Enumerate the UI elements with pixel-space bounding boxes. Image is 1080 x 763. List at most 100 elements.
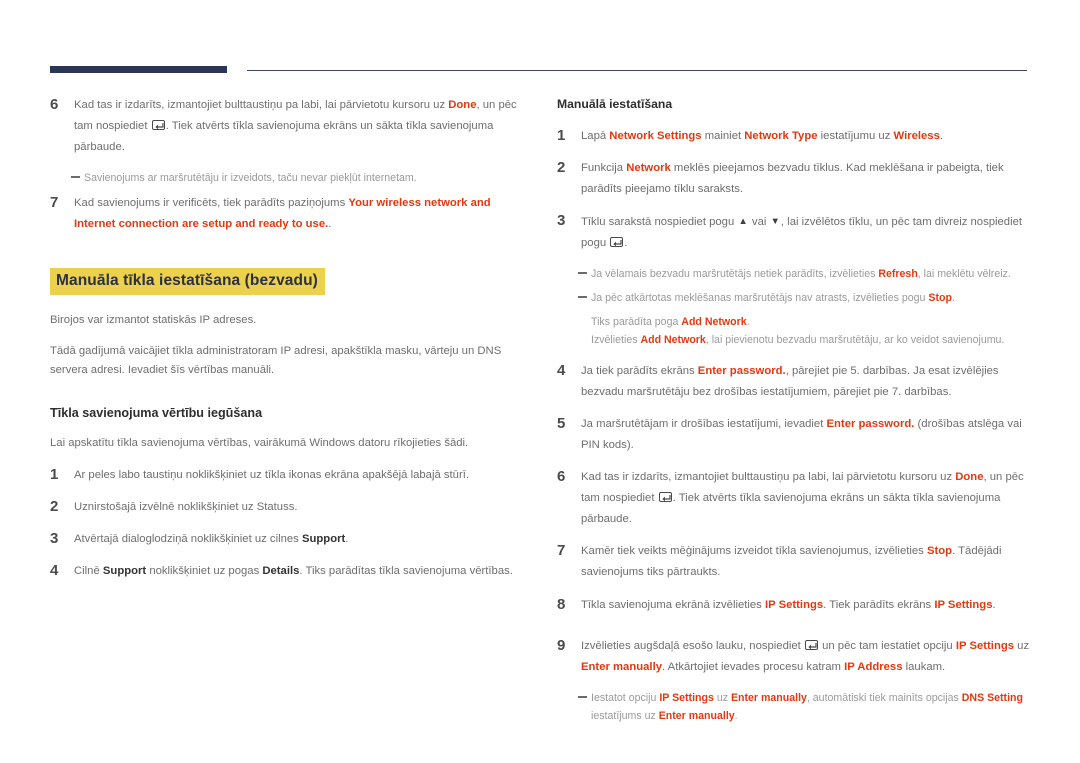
step-number: 8: [557, 596, 566, 613]
note-dash-icon: [578, 265, 591, 274]
ui-term-network-settings: Network Settings: [609, 130, 702, 142]
ui-term-wireless: Wireless: [893, 130, 940, 142]
list-item: 4 Cilnē Support noklikšķiniet uz pogas D…: [50, 561, 523, 582]
enter-key-icon: [151, 120, 165, 130]
step-number: 7: [50, 194, 59, 211]
paragraph: Lai apskatītu tīkla savienojuma vērtības…: [50, 437, 469, 449]
enter-key-icon: [804, 640, 818, 650]
step-number: 4: [557, 362, 566, 379]
step-number: 4: [50, 562, 59, 579]
list-item: 6 Kad tas ir izdarīts, izmantojiet bultt…: [50, 95, 523, 158]
step-number: 6: [557, 468, 566, 485]
column-title: Manuālā iestatīšana: [557, 97, 673, 111]
step-number: 9: [557, 637, 566, 654]
ui-term-enter-manually: Enter manually: [730, 692, 807, 704]
list-item: 3 Tīklu sarakstā nospiediet pogu ▲ vai ▼…: [557, 211, 1030, 254]
ui-term-support: Support: [102, 565, 147, 577]
list-item: 2 Funkcija Network meklēs pieejamos bezv…: [557, 158, 1030, 200]
paragraph: Birojos var izmantot statiskās IP adrese…: [50, 314, 257, 326]
right-column: Manuālā iestatīšana 1 Lapā Network Setti…: [557, 95, 1030, 731]
ui-term-enter-manually: Enter manually: [581, 661, 662, 673]
step-text: Tīklu sarakstā nospiediet pogu ▲ vai ▼, …: [581, 216, 1023, 249]
list-item: 3 Atvērtajā dialoglodziņā noklikšķiniet …: [50, 529, 523, 550]
step-text: Kad tas ir izdarīts, izmantojiet bulttau…: [74, 99, 517, 153]
ui-term-done: Done: [955, 471, 984, 483]
header-thin-rule: [247, 70, 1027, 71]
step-text: Uznirstošajā izvēlnē noklikšķiniet uz St…: [74, 501, 298, 513]
note-text-line3: Izvēlieties Add Network, lai pievienotu …: [591, 334, 1005, 346]
arrow-up-icon: ▲: [738, 216, 748, 227]
step-text: Kad savienojums ir verificēts, tiek parā…: [74, 197, 491, 230]
ui-term-details: Details: [262, 565, 300, 577]
ui-term-refresh: Refresh: [878, 268, 918, 280]
note-text: Iestatot opciju IP Settings uz Enter man…: [591, 692, 1023, 722]
list-item: 5 Ja maršrutētājam ir drošības iestatīju…: [557, 414, 1030, 456]
step-text: Kad tas ir izdarīts, izmantojiet bulttau…: [581, 471, 1024, 525]
step-number: 2: [557, 159, 566, 176]
arrow-down-icon: ▼: [770, 216, 780, 227]
list-item: 8 Tīkla savienojuma ekrānā izvēlieties I…: [557, 595, 1030, 616]
note-text: Ja pēc atkārtotas meklēšanas maršrutētāj…: [591, 292, 955, 304]
ui-term-ip-settings: IP Settings: [934, 599, 993, 611]
enter-key-icon: [658, 492, 672, 502]
list-item: 9 Izvēlieties augšdaļā esošo lauku, nosp…: [557, 636, 1030, 678]
ui-term-ip-settings: IP Settings: [659, 692, 714, 704]
ui-term-stop: Stop: [926, 545, 953, 557]
paragraph: Tādā gadījumā vaicājiet tīkla administra…: [50, 345, 502, 376]
ui-term-stop: Stop: [928, 292, 952, 304]
step-text: Tīkla savienojuma ekrānā izvēlieties IP …: [581, 599, 996, 611]
note-dash-icon: [71, 169, 84, 178]
ui-term-ip-address: IP Address: [844, 661, 903, 673]
note-text: Ja vēlamais bezvadu maršrutētājs netiek …: [591, 268, 1011, 280]
step-text: Funkcija Network meklēs pieejamos bezvad…: [581, 162, 1004, 195]
ui-term-add-network: Add Network: [681, 316, 747, 328]
document-page: 6 Kad tas ir izdarīts, izmantojiet bultt…: [0, 0, 1080, 763]
step-number: 1: [50, 466, 59, 483]
list-item: 6 Kad tas ir izdarīts, izmantojiet bultt…: [557, 467, 1030, 530]
step-number: 5: [557, 415, 566, 432]
two-column-body: 6 Kad tas ir izdarīts, izmantojiet bultt…: [50, 95, 1030, 731]
step-text: Ar peles labo taustiņu noklikšķiniet uz …: [74, 469, 469, 481]
subsection-title: Tīkla savienojuma vērtību iegūšana: [50, 406, 263, 420]
step-number: 3: [50, 530, 59, 547]
ui-term-ip-settings: IP Settings: [955, 640, 1015, 652]
left-column: 6 Kad tas ir izdarīts, izmantojiet bultt…: [50, 95, 523, 731]
note-text: Savienojums ar maršrutētāju ir izveidots…: [84, 172, 417, 184]
header-thick-rule: [50, 66, 227, 73]
list-item: 1 Lapā Network Settings mainiet Network …: [557, 126, 1030, 147]
step-number: 2: [50, 498, 59, 515]
note-item: Savienojums ar maršrutētāju ir izveidots…: [71, 169, 523, 187]
page-header-rules: [50, 66, 1027, 78]
step-number: 3: [557, 212, 566, 229]
list-item: 7 Kad savienojums ir verificēts, tiek pa…: [50, 193, 523, 235]
step-number: 6: [50, 96, 59, 113]
note-dash-icon: [578, 689, 591, 698]
list-item: 7 Kamēr tiek veikts mēģinājums izveidot …: [557, 541, 1030, 583]
ui-term-network: Network: [626, 162, 671, 174]
ui-term-enter-manually: Enter manually: [658, 710, 735, 722]
ui-term-enter-password: Enter password.: [697, 365, 786, 377]
list-item: 2 Uznirstošajā izvēlnē noklikšķiniet uz …: [50, 497, 523, 518]
step-number: 1: [557, 127, 566, 144]
step-text: Cilnē Support noklikšķiniet uz pogas Det…: [74, 565, 513, 577]
list-item: 1 Ar peles labo taustiņu noklikšķiniet u…: [50, 465, 523, 486]
step-text: Ja tiek parādīts ekrāns Enter password.,…: [581, 365, 999, 398]
ui-term-dns-setting: DNS Setting: [961, 692, 1023, 704]
ui-term-add-network: Add Network: [640, 334, 706, 346]
note-item: Ja pēc atkārtotas meklēšanas maršrutētāj…: [578, 289, 1030, 307]
note-item: Iestatot opciju IP Settings uz Enter man…: [578, 689, 1030, 725]
step-text: Atvērtajā dialoglodziņā noklikšķiniet uz…: [74, 533, 349, 545]
ui-term-done: Done: [448, 99, 477, 111]
ui-term-network-type: Network Type: [744, 130, 818, 142]
enter-key-icon: [610, 237, 624, 247]
ui-term-support: Support: [301, 533, 346, 545]
step-text: Kamēr tiek veikts mēģinājums izveidot tī…: [581, 545, 1002, 578]
ui-term-ip-settings: IP Settings: [764, 599, 824, 611]
step-text: Lapā Network Settings mainiet Network Ty…: [581, 130, 944, 142]
step-text: Ja maršrutētājam ir drošības iestatījumi…: [581, 418, 1022, 451]
section-title: Manuāla tīkla iestatīšana (bezvadu): [50, 268, 325, 295]
note-text-line2: Tiks parādīta poga Add Network.: [591, 316, 750, 328]
note-item: Ja vēlamais bezvadu maršrutētājs netiek …: [578, 265, 1030, 283]
step-number: 7: [557, 542, 566, 559]
ui-term-enter-password: Enter password.: [826, 418, 915, 430]
